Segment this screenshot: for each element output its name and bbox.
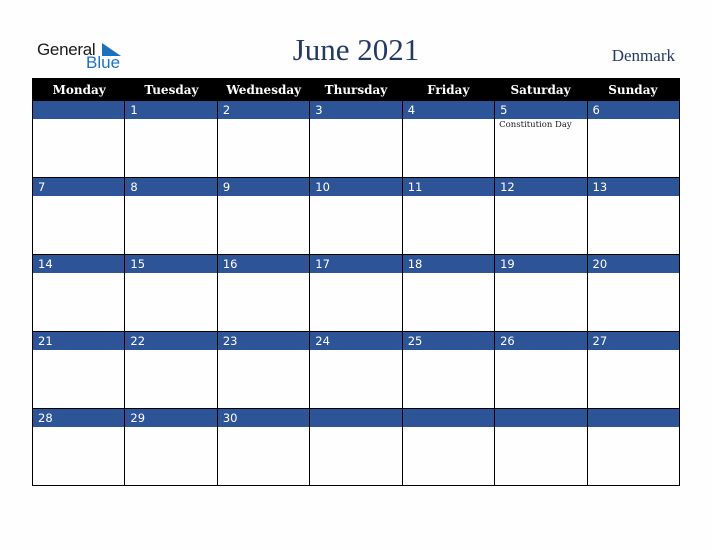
day-cell[interactable]: 1 [125, 101, 218, 177]
week-row: 21 22 23 24 25 26 27 [33, 332, 679, 409]
day-cell[interactable]: 24 [310, 332, 403, 408]
day-cell[interactable]: 22 [125, 332, 218, 408]
day-cell[interactable]: 8 [125, 178, 218, 254]
day-cell[interactable]: 17 [310, 255, 403, 331]
day-number: 24 [310, 332, 402, 350]
day-number: 12 [495, 178, 587, 196]
day-number: 23 [217, 332, 310, 350]
day-cell[interactable]: 18 [402, 255, 496, 331]
day-number [495, 409, 587, 427]
day-number: 22 [125, 332, 217, 350]
week-row: 1 2 3 4 5 Constitution Day 6 [33, 101, 679, 178]
day-cell[interactable] [495, 409, 588, 485]
day-cell[interactable]: 26 [495, 332, 588, 408]
day-number [402, 409, 495, 427]
weekday-thursday: Thursday [324, 83, 388, 97]
day-cell[interactable]: 20 [587, 255, 679, 331]
day-number: 25 [402, 332, 495, 350]
week-row: 7 8 9 10 11 12 13 [33, 178, 679, 255]
day-cell[interactable]: 14 [33, 255, 126, 331]
day-cell[interactable]: 30 [217, 409, 311, 485]
day-cell[interactable]: 4 [402, 101, 496, 177]
day-number [310, 409, 402, 427]
day-number: 1 [125, 101, 217, 119]
calendar-grid: Monday Tuesday Wednesday Thursday Friday Satu… [32, 78, 680, 486]
day-cell[interactable] [33, 101, 126, 177]
day-cell[interactable]: 7 [33, 178, 126, 254]
weekday-tuesday: Tuesday [144, 83, 199, 97]
day-number: 26 [495, 332, 587, 350]
day-number: 16 [217, 255, 310, 273]
day-cell[interactable]: 15 [125, 255, 218, 331]
day-cell[interactable]: 29 [125, 409, 218, 485]
holiday-label: Constitution Day [499, 120, 572, 130]
day-cell[interactable]: 3 [310, 101, 403, 177]
day-cell[interactable]: 25 [402, 332, 496, 408]
day-cell[interactable]: 6 [587, 101, 679, 177]
day-cell[interactable]: 28 [33, 409, 126, 485]
day-number [587, 409, 679, 427]
day-cell[interactable]: 23 [217, 332, 311, 408]
week-row: 28 29 30 [33, 409, 679, 486]
day-cell[interactable]: 11 [402, 178, 496, 254]
day-cell[interactable] [310, 409, 403, 485]
weekday-saturday: Saturday [510, 83, 571, 97]
day-cell[interactable] [402, 409, 496, 485]
day-cell[interactable]: 27 [587, 332, 679, 408]
day-number: 7 [33, 178, 125, 196]
day-number: 17 [310, 255, 402, 273]
day-number [33, 101, 125, 119]
day-cell[interactable]: 9 [217, 178, 311, 254]
weekday-monday: Monday [52, 83, 106, 97]
day-number: 2 [217, 101, 310, 119]
day-cell[interactable]: 21 [33, 332, 126, 408]
day-number: 15 [125, 255, 217, 273]
weekday-friday: Friday [427, 83, 470, 97]
day-cell[interactable]: 5 Constitution Day [495, 101, 588, 177]
day-number: 4 [402, 101, 495, 119]
day-number: 14 [33, 255, 125, 273]
day-cell[interactable]: 19 [495, 255, 588, 331]
day-number: 20 [587, 255, 679, 273]
day-number: 5 [495, 101, 587, 119]
day-number: 9 [217, 178, 310, 196]
weekday-wednesday: Wednesday [226, 83, 302, 97]
day-number: 29 [125, 409, 217, 427]
day-number: 30 [217, 409, 310, 427]
day-number: 6 [587, 101, 679, 119]
day-number: 27 [587, 332, 679, 350]
page-title: June 2021 [292, 32, 420, 67]
day-number: 8 [125, 178, 217, 196]
day-cell[interactable]: 12 [495, 178, 588, 254]
week-row: 14 15 16 17 18 19 20 [33, 255, 679, 332]
day-cell[interactable]: 13 [587, 178, 679, 254]
day-cell[interactable] [587, 409, 679, 485]
day-number: 21 [33, 332, 125, 350]
weekday-header: Monday Tuesday Wednesday Thursday Friday Satu… [33, 78, 679, 101]
day-number: 18 [402, 255, 495, 273]
calendar-weeks: 1 2 3 4 5 Constitution Day 6 7 8 9 10 11 12 13 14 15 16 1… [33, 101, 679, 486]
country-label: Denmark [611, 46, 675, 65]
day-number: 10 [310, 178, 402, 196]
day-number: 3 [310, 101, 402, 119]
day-cell[interactable]: 10 [310, 178, 403, 254]
day-cell[interactable]: 2 [217, 101, 311, 177]
weekday-sunday: Sunday [608, 83, 658, 97]
day-number: 13 [587, 178, 679, 196]
day-number: 19 [495, 255, 587, 273]
day-number: 11 [402, 178, 495, 196]
day-cell[interactable]: 16 [217, 255, 311, 331]
day-number: 28 [33, 409, 125, 427]
